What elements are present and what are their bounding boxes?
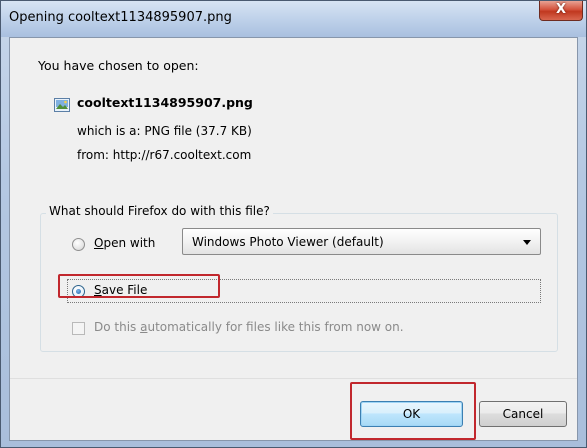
auto-action-label: Do this automatically for files like thi… — [94, 320, 404, 334]
open-with-radio[interactable] — [72, 238, 85, 251]
save-file-highlight-box — [58, 274, 220, 298]
cancel-button[interactable]: Cancel — [479, 401, 567, 427]
file-type: which is a: PNG file (37.7 KB) — [77, 124, 252, 138]
chevron-down-icon — [523, 240, 531, 245]
title-bar[interactable]: Opening cooltext1134895907.png X — [1, 1, 586, 37]
dialog-body: You have chosen to open: cooltext1134895… — [9, 37, 578, 441]
file-name: cooltext1134895907.png — [77, 95, 253, 110]
application-select[interactable]: Windows Photo Viewer (default) — [182, 228, 541, 255]
intro-text: You have chosen to open: — [38, 58, 199, 73]
auto-action-checkbox[interactable] — [72, 322, 85, 335]
button-separator — [10, 378, 577, 379]
file-source: from: http://r67.cooltext.com — [77, 148, 252, 162]
open-with-label[interactable]: Open with — [94, 236, 155, 250]
open-with-label-rest: pen with — [103, 236, 156, 250]
application-select-value: Windows Photo Viewer (default) — [192, 235, 384, 249]
download-dialog: Opening cooltext1134895907.png X You hav… — [0, 0, 587, 448]
action-group-legend: What should Firefox do with this file? — [46, 204, 273, 218]
close-button[interactable]: X — [539, 1, 583, 21]
window-title: Opening cooltext1134895907.png — [9, 10, 232, 25]
image-file-icon — [54, 98, 70, 112]
auto-action-prefix: Do this — [94, 320, 141, 334]
auto-action-rest: utomatically for files like this from no… — [147, 320, 404, 334]
close-icon: X — [555, 2, 567, 17]
ok-highlight-box — [350, 382, 476, 440]
